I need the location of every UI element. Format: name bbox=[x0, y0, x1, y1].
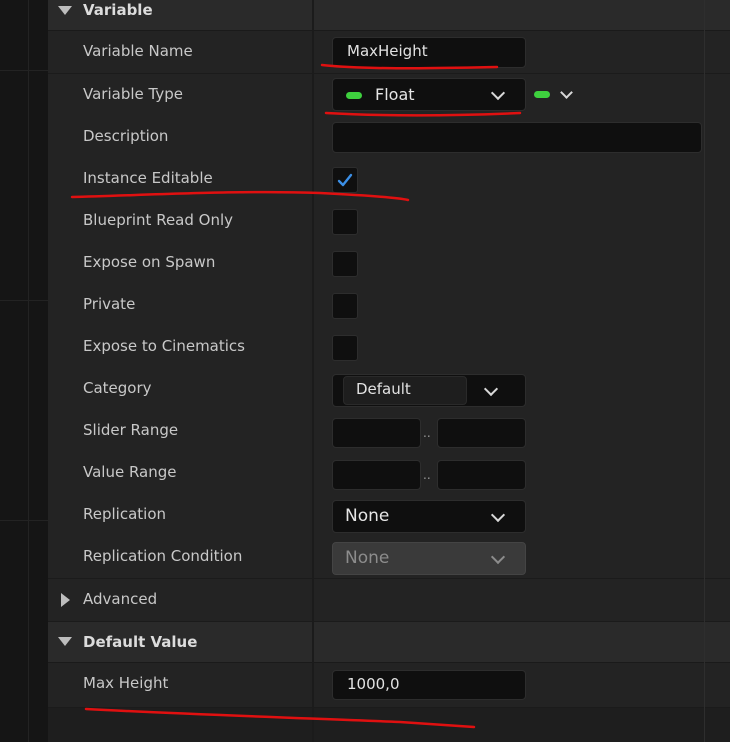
annotation-underline bbox=[324, 111, 522, 117]
annotation-underline bbox=[70, 190, 410, 202]
annotation-underline bbox=[320, 63, 499, 70]
annotation-underline bbox=[84, 707, 476, 729]
annotation-overlay bbox=[70, 63, 522, 729]
